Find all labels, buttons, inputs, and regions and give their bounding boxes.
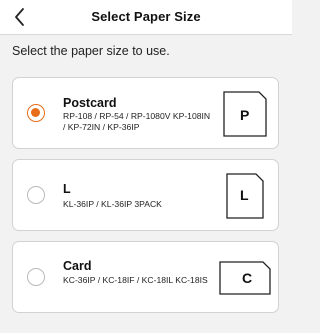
paper-size-name: Postcard [63,96,117,110]
paper-icon-letter: L [240,187,249,203]
paper-option-card[interactable]: Card KC-36IP / KC-18IF / KC-18IL KC-18IS… [12,241,279,313]
radio-button[interactable] [27,186,45,204]
paper-size-name: L [63,182,71,196]
compatible-models: KL-36IP / KL-36IP 3PACK [63,199,162,209]
header-bar: Select Paper Size [0,0,292,35]
paper-option-postcard[interactable]: Postcard RP-108 / RP-54 / RP-1080V KP-10… [12,77,279,149]
radio-button[interactable] [27,268,45,286]
paper-option-l[interactable]: L KL-36IP / KL-36IP 3PACK L [12,159,279,231]
instruction-text: Select the paper size to use. [12,44,170,58]
compatible-models: KC-36IP / KC-18IF / KC-18IL KC-18IS [63,275,208,285]
radio-button-selected[interactable] [27,104,45,122]
paper-size-name: Card [63,259,92,273]
page-title: Select Paper Size [91,9,201,24]
paper-icon-letter: P [240,107,250,123]
compatible-models: RP-108 / RP-54 / RP-1080V KP-108IN / KP-… [63,111,211,132]
paper-icon-letter: C [242,270,253,286]
